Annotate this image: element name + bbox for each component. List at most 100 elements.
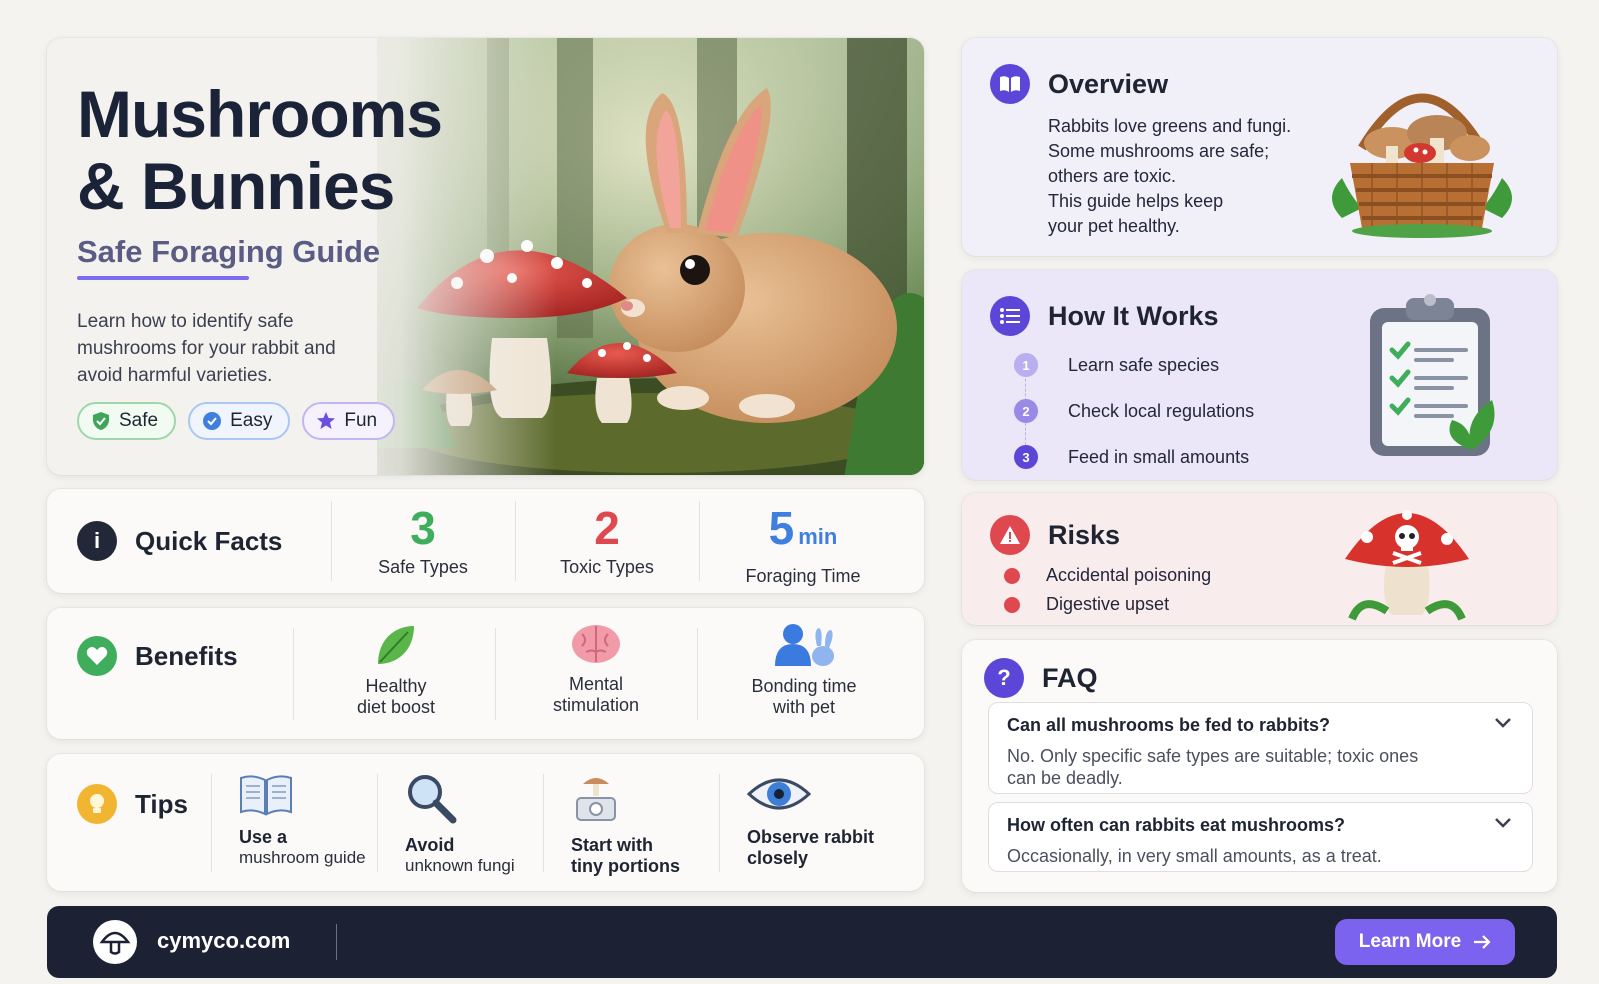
step-number: 2	[1014, 399, 1038, 423]
fact-caption: Safe Types	[378, 557, 468, 577]
heart-icon	[77, 636, 117, 676]
check-circle-icon	[203, 412, 222, 430]
divider	[377, 774, 378, 872]
risk-bullet	[1004, 567, 1020, 584]
divider	[293, 628, 294, 720]
tag-easy[interactable]: Easy	[188, 402, 291, 440]
benefit-item: Mental stimulation	[501, 622, 691, 716]
fact-caption: Toxic Types	[560, 557, 654, 577]
page-title: Mushrooms & Bunnies	[77, 78, 497, 222]
divider	[719, 774, 720, 872]
overview-line: others are toxic.	[1048, 166, 1177, 186]
tip-line2: closely	[747, 848, 809, 868]
risks-card: Risks Accidental poisoning Digestive ups…	[962, 493, 1557, 625]
quick-facts-header: i Quick Facts	[77, 521, 282, 561]
fact-number: 3	[410, 502, 436, 554]
fact-number: 5 min	[713, 503, 893, 562]
benefits-card: Benefits Healthy diet boost Mental stimula…	[47, 608, 924, 739]
faq-title: FAQ	[1042, 662, 1098, 693]
brain-icon	[572, 625, 620, 663]
overview-line: Rabbits love greens and fungi.	[1048, 116, 1292, 136]
tip-item: Start with tiny portions	[571, 772, 680, 877]
fact-toxic-types: 2 Toxic Types	[517, 503, 697, 578]
step-item: 2 Check local regulations	[1014, 388, 1254, 434]
info-icon: i	[77, 521, 117, 561]
question-icon: ?	[984, 658, 1024, 698]
risk-bullet	[1004, 596, 1020, 613]
footer-divider	[336, 924, 337, 960]
steps-list: 1 Learn safe species 2 Check local regul…	[1014, 342, 1254, 480]
mushroom-logo-icon[interactable]	[93, 920, 137, 964]
person-bunny-icon	[775, 624, 834, 666]
star-icon	[317, 412, 336, 429]
tip-line1: Use a	[239, 827, 288, 847]
benefit-item: Bonding time with pet	[709, 622, 899, 718]
hero-subtitle: Safe Foraging Guide	[77, 234, 381, 269]
faq-item[interactable]: How often can rabbits eat mushrooms? Occ…	[988, 802, 1533, 872]
tip-item: Avoid unknown fungi	[405, 772, 515, 876]
hero-card: Mushrooms & Bunnies Safe Foraging Guide …	[47, 38, 924, 475]
benefit-line2: with pet	[772, 697, 836, 717]
title-line-1: Mushrooms	[77, 77, 443, 151]
risk-label: Digestive upset	[1046, 594, 1170, 614]
footer-bar: cymyco.com Learn More	[47, 906, 1557, 978]
faq-card: ? FAQ Can all mushrooms be fed to rabbit…	[962, 640, 1557, 892]
step-label: Feed in small amounts	[1068, 446, 1250, 467]
how-it-works-card: How It Works 1 Learn safe species 2 Chec…	[962, 270, 1557, 480]
learn-more-label: Learn More	[1358, 931, 1462, 952]
fact-number: 2	[594, 502, 620, 554]
site-link[interactable]: cymyco.com	[157, 928, 290, 954]
faq-question: Can all mushrooms be fed to rabbits?	[1007, 715, 1331, 735]
hero-tags: Safe Easy Fun	[77, 402, 396, 440]
scale-icon	[576, 778, 616, 821]
overview-header: Overview	[990, 64, 1168, 104]
overview-text: Rabbits love greens and fungi. Some mush…	[1048, 114, 1338, 239]
learn-more-button[interactable]: Learn More	[1335, 919, 1515, 965]
faq-question: How often can rabbits eat mushrooms?	[1007, 815, 1346, 835]
risks-title: Risks	[1048, 519, 1121, 550]
step-label: Check local regulations	[1068, 400, 1255, 421]
benefit-line1: Bonding time	[751, 676, 857, 696]
magnifier-icon	[408, 775, 457, 824]
step-label: Learn safe species	[1068, 354, 1220, 375]
quick-facts-card: i Quick Facts 3 Safe Types 2 Toxic Types…	[47, 489, 924, 593]
chevron-down-icon[interactable]	[1494, 817, 1512, 829]
clipboard-checklist-illustration	[1370, 294, 1495, 456]
subtitle-underline	[77, 276, 249, 280]
step-number: 1	[1014, 353, 1038, 377]
tips-title: Tips	[135, 788, 188, 819]
tip-line1: Start with	[571, 835, 654, 855]
arrow-right-icon	[1474, 935, 1491, 949]
divider	[515, 501, 516, 581]
benefits-title: Benefits	[135, 640, 238, 671]
tag-safe[interactable]: Safe	[77, 402, 177, 440]
step-number: 3	[1014, 445, 1038, 469]
tip-item: Use a mushroom guide	[239, 772, 366, 868]
quick-facts-title: Quick Facts	[135, 525, 283, 556]
divider	[699, 501, 700, 581]
tip-item: Observe rabbit closely	[746, 772, 875, 869]
tip-line1: Avoid	[405, 835, 455, 855]
faq-header: ? FAQ	[984, 658, 1098, 698]
step-item: 1 Learn safe species	[1014, 342, 1254, 388]
how-it-works-header: How It Works	[990, 296, 1219, 336]
tag-easy-label: Easy	[230, 410, 273, 431]
tip-line2: mushroom guide	[239, 848, 366, 867]
risk-item: Accidental poisoning	[1004, 561, 1211, 590]
fact-foraging-time: 5 min Foraging Time	[713, 503, 893, 587]
tip-line2: tiny portions	[571, 856, 680, 876]
tag-fun[interactable]: Fun	[302, 402, 396, 440]
book-icon	[240, 775, 292, 816]
tip-line1: Observe rabbit	[747, 827, 875, 847]
tip-line2: unknown fungi	[405, 856, 515, 875]
how-it-works-title: How It Works	[1048, 300, 1219, 331]
risks-header: Risks	[990, 515, 1120, 555]
fact-number-unit: min	[798, 524, 838, 549]
benefit-line2: stimulation	[552, 695, 640, 715]
faq-item[interactable]: Can all mushrooms be fed to rabbits? No.…	[988, 702, 1533, 794]
divider	[543, 774, 544, 872]
chevron-down-icon[interactable]	[1494, 717, 1512, 729]
risk-label: Accidental poisoning	[1046, 565, 1212, 585]
toxic-mushroom-illustration	[1345, 510, 1469, 621]
leaf-icon	[378, 626, 414, 664]
